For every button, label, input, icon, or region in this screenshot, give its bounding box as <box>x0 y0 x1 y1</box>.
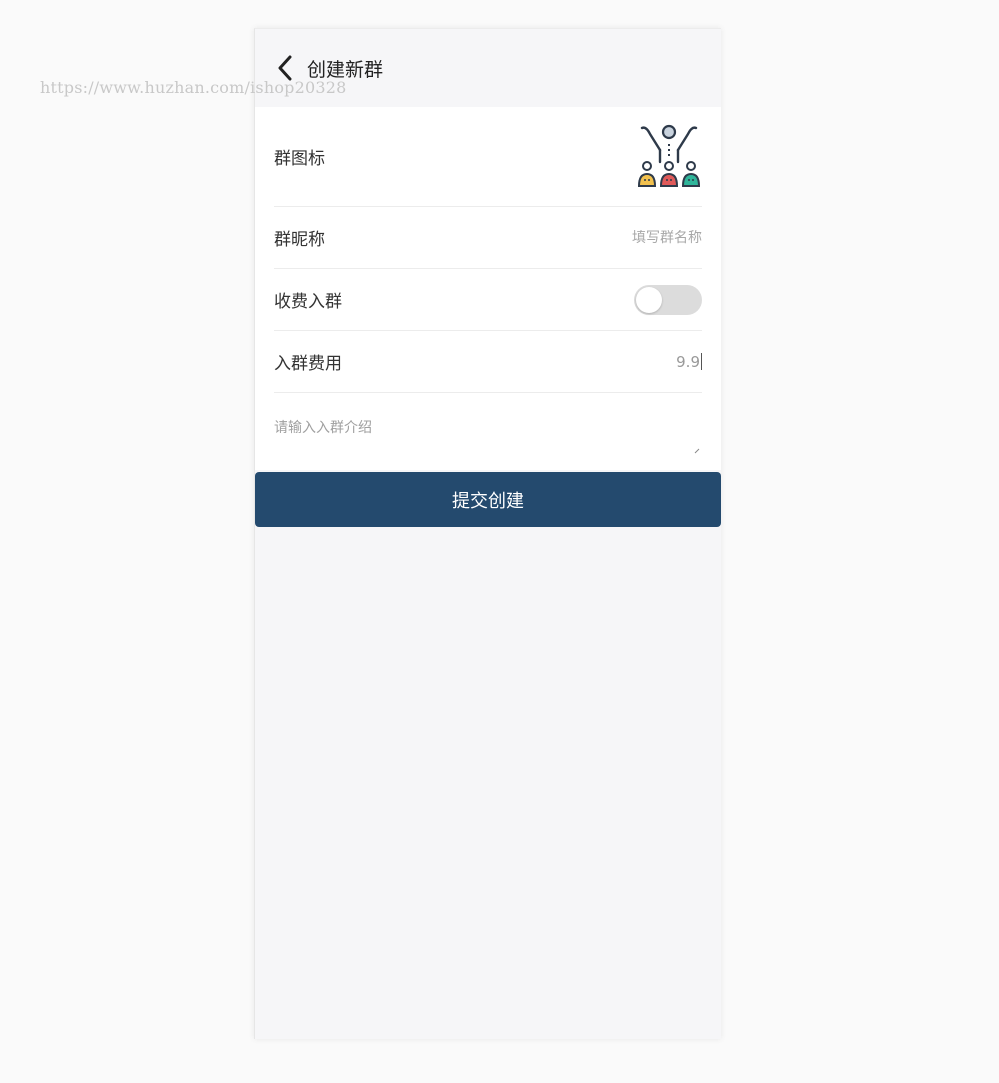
join-fee-label: 入群费用 <box>274 354 342 374</box>
join-fee-row: 入群费用 9.9 <box>274 331 702 393</box>
back-button[interactable] <box>271 54 299 82</box>
group-name-label: 群昵称 <box>274 230 325 250</box>
group-people-icon[interactable] <box>636 124 702 190</box>
group-intro-textarea[interactable] <box>274 393 702 453</box>
paid-join-label: 收费入群 <box>274 292 342 312</box>
group-icon-row[interactable]: 群图标 <box>274 107 702 207</box>
phone-screen: 创建新群 群图标 群昵称 填写群名称 收费入群 入群费用 9.9 请输入入群介绍… <box>254 28 721 1039</box>
header-bar: 创建新群 <box>255 29 721 107</box>
intro-row <box>274 393 702 470</box>
resize-handle-icon[interactable] <box>694 448 700 454</box>
form-card: 群图标 群昵称 填写群名称 收费入群 入群费用 9.9 请输入入群介绍 <box>255 107 721 470</box>
join-fee-value: 9.9 <box>676 352 700 371</box>
text-caret <box>701 353 702 370</box>
submit-create-button[interactable]: 提交创建 <box>255 472 721 527</box>
group-name-row: 群昵称 <box>274 207 702 269</box>
toggle-knob <box>636 286 662 313</box>
paid-join-toggle[interactable] <box>634 284 702 315</box>
page-title: 创建新群 <box>307 58 384 81</box>
chevron-left-icon <box>278 55 292 81</box>
join-fee-input[interactable]: 9.9 <box>676 353 702 371</box>
group-icon-label: 群图标 <box>274 149 325 169</box>
paid-join-row: 收费入群 <box>274 269 702 331</box>
group-name-input[interactable] <box>522 229 702 246</box>
